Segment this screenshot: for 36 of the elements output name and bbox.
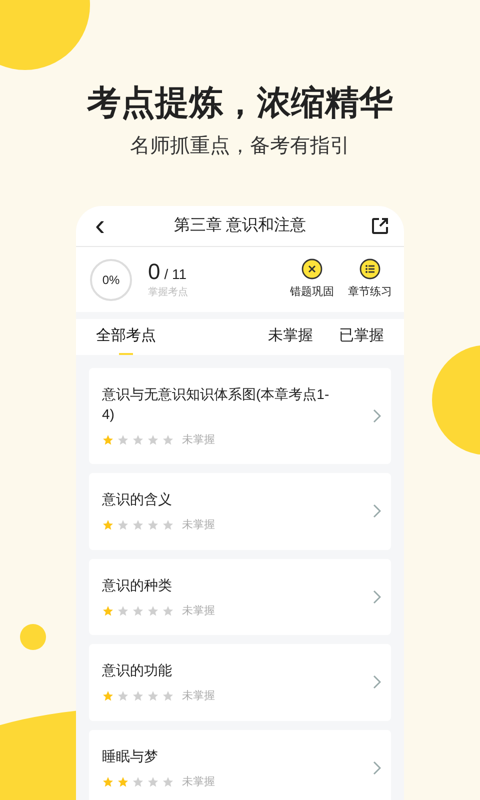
action-button[interactable]: 章节练习 — [348, 258, 392, 301]
chevron-right-icon — [373, 408, 381, 423]
tab[interactable]: 已掌握 — [327, 318, 396, 354]
page-title: 第三章 意识和注意 — [174, 216, 306, 236]
chevron-right-icon — [373, 504, 381, 518]
tab[interactable]: 全部考点 — [84, 318, 168, 354]
cross-icon — [301, 258, 323, 280]
list-icon — [359, 258, 381, 280]
topic-card[interactable]: 意识的种类 未掌握 — [89, 558, 391, 635]
headline: 考点提炼，浓缩精华 — [87, 83, 393, 124]
topic-title: 意识的含义 — [102, 490, 173, 509]
share-icon[interactable] — [370, 216, 390, 236]
back-button[interactable]: ‹ — [90, 210, 110, 241]
status-label: 未掌握 — [182, 604, 215, 618]
stat-caption: 掌握考点 — [148, 286, 188, 300]
topic-title: 意识的功能 — [102, 661, 173, 680]
status-label: 未掌握 — [182, 689, 215, 704]
chevron-right-icon — [373, 675, 381, 690]
progress-ring: 0% — [90, 258, 132, 301]
topic-card[interactable]: 睡眠与梦 未掌握 — [89, 730, 391, 800]
topic-card[interactable]: 意识的含义 未掌握 — [89, 473, 391, 550]
chevron-right-icon — [373, 760, 381, 775]
status-label: 未掌握 — [182, 518, 215, 533]
topic-title: 睡眠与梦 — [102, 746, 159, 766]
topic-card[interactable]: 意识与无意识知识体系图(本章考点1-4) 未掌握 — [89, 368, 391, 464]
status-label: 未掌握 — [182, 432, 215, 448]
subtitle: 名师抓重点，备考有指引 — [130, 134, 350, 159]
topic-title: 意识与无意识知识体系图(本章考点1-4) — [102, 384, 330, 424]
topic-title: 意识的种类 — [102, 576, 173, 594]
chevron-right-icon — [373, 590, 381, 604]
total-count: / 11 — [164, 264, 187, 284]
topic-card[interactable]: 意识的功能 未掌握 — [89, 644, 391, 720]
mastered-count: 0 — [148, 260, 160, 284]
status-label: 未掌握 — [182, 774, 215, 790]
tab[interactable]: 未掌握 — [256, 318, 325, 354]
action-button[interactable]: 错题巩固 — [290, 258, 334, 301]
